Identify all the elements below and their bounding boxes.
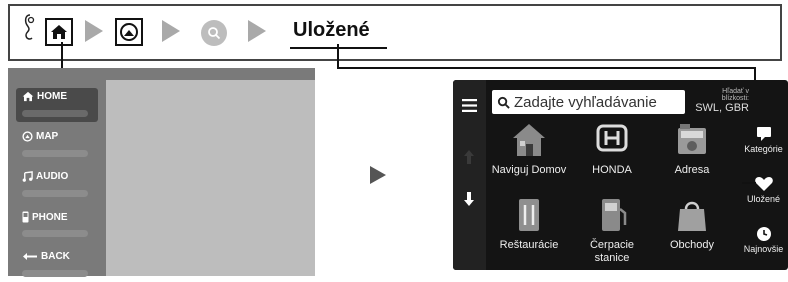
menu-item-bar bbox=[22, 190, 88, 197]
map-icon bbox=[22, 131, 33, 142]
navigation-screen: Zadajte vyhľadávanie Hľadať v blízkosti:… bbox=[453, 80, 788, 270]
tile-address[interactable]: Adresa bbox=[652, 120, 732, 194]
connector-line bbox=[337, 44, 339, 68]
heart-icon bbox=[754, 177, 773, 191]
tile-label: Čerpacie stanice bbox=[589, 239, 635, 264]
menu-item-audio[interactable]: AUDIO bbox=[16, 168, 98, 202]
restaurant-icon bbox=[519, 199, 539, 231]
menu-item-label: PHONE bbox=[32, 211, 68, 223]
tile-label: Reštaurácie bbox=[499, 239, 559, 251]
saved-button[interactable]: Uložené bbox=[739, 176, 788, 204]
search-button[interactable] bbox=[201, 20, 227, 46]
back-icon bbox=[23, 253, 37, 260]
breadcrumb-arrow-icon bbox=[162, 20, 180, 42]
breadcrumb: Uložené bbox=[8, 4, 782, 61]
tile-label: Naviguj Domov bbox=[491, 164, 567, 176]
menu-screen-area bbox=[106, 80, 315, 276]
hamburger-menu-icon[interactable] bbox=[462, 99, 477, 112]
shopping-bag-icon bbox=[678, 201, 706, 231]
tile-navigate-home[interactable]: Naviguj Domov bbox=[489, 120, 569, 194]
tile-label: HONDA bbox=[592, 164, 632, 176]
breadcrumb-arrow-icon bbox=[248, 20, 266, 42]
house-icon bbox=[513, 124, 545, 156]
home-button[interactable] bbox=[45, 18, 73, 46]
transition-arrow-icon bbox=[370, 166, 386, 184]
tile-fuel-stations[interactable]: Čerpacie stanice bbox=[572, 195, 652, 269]
nearby-button[interactable]: Hľadať v blízkosti: SWL, GBR bbox=[693, 88, 749, 114]
menu-item-home[interactable]: HOME bbox=[16, 88, 98, 122]
search-icon bbox=[497, 96, 510, 109]
menu-item-label: MAP bbox=[36, 131, 59, 142]
connector-line bbox=[337, 67, 755, 69]
tile-shops[interactable]: Obchody bbox=[652, 195, 732, 269]
search-icon bbox=[208, 27, 221, 40]
menu-item-label: BACK bbox=[41, 251, 70, 262]
menu-item-bar bbox=[22, 150, 88, 157]
music-note-icon bbox=[22, 171, 33, 182]
recent-button[interactable]: Najnovšie bbox=[739, 226, 788, 254]
address-book-icon bbox=[678, 124, 706, 154]
tile-restaurants[interactable]: Reštaurácie bbox=[489, 195, 569, 269]
menu-item-label: HOME bbox=[37, 91, 67, 102]
tile-label: Adresa bbox=[674, 164, 710, 176]
home-icon bbox=[51, 25, 67, 39]
tile-honda[interactable]: HONDA bbox=[572, 120, 652, 194]
phone-icon bbox=[22, 211, 29, 223]
menu-item-back[interactable]: BACK bbox=[16, 248, 98, 282]
fuel-pump-icon bbox=[602, 199, 627, 231]
connector-line bbox=[742, 182, 756, 184]
clock-icon bbox=[756, 227, 771, 241]
categories-button[interactable]: Kategórie bbox=[739, 126, 788, 154]
menu-item-label: AUDIO bbox=[36, 171, 69, 182]
nearby-value: SWL, GBR bbox=[695, 102, 749, 114]
categories-label: Kategórie bbox=[744, 144, 783, 154]
scroll-up-icon[interactable] bbox=[464, 150, 474, 164]
recent-label: Najnovšie bbox=[743, 244, 784, 254]
tile-label: Obchody bbox=[669, 239, 715, 251]
honda-logo-icon bbox=[596, 124, 628, 152]
home-menu-panel: HOME MAP AUDIO PHONE BACK bbox=[8, 68, 315, 277]
navigation-icon bbox=[120, 23, 138, 41]
menu-item-bar bbox=[22, 110, 88, 117]
breadcrumb-current: Uložené bbox=[293, 19, 370, 41]
navigation-button[interactable] bbox=[115, 18, 143, 46]
menu-item-bar bbox=[22, 230, 88, 237]
menu-item-phone[interactable]: PHONE bbox=[16, 208, 98, 242]
saved-label: Uložené bbox=[746, 194, 781, 204]
home-icon bbox=[22, 91, 34, 102]
nearby-label: Hľadať v blízkosti: bbox=[721, 88, 749, 102]
search-placeholder: Zadajte vyhľadávanie bbox=[514, 93, 657, 111]
voice-icon bbox=[24, 14, 35, 40]
scroll-down-icon[interactable] bbox=[464, 192, 474, 206]
breadcrumb-arrow-icon bbox=[85, 20, 103, 42]
menu-item-map[interactable]: MAP bbox=[16, 128, 98, 162]
search-input[interactable]: Zadajte vyhľadávanie bbox=[492, 90, 685, 114]
category-icon bbox=[756, 127, 771, 141]
